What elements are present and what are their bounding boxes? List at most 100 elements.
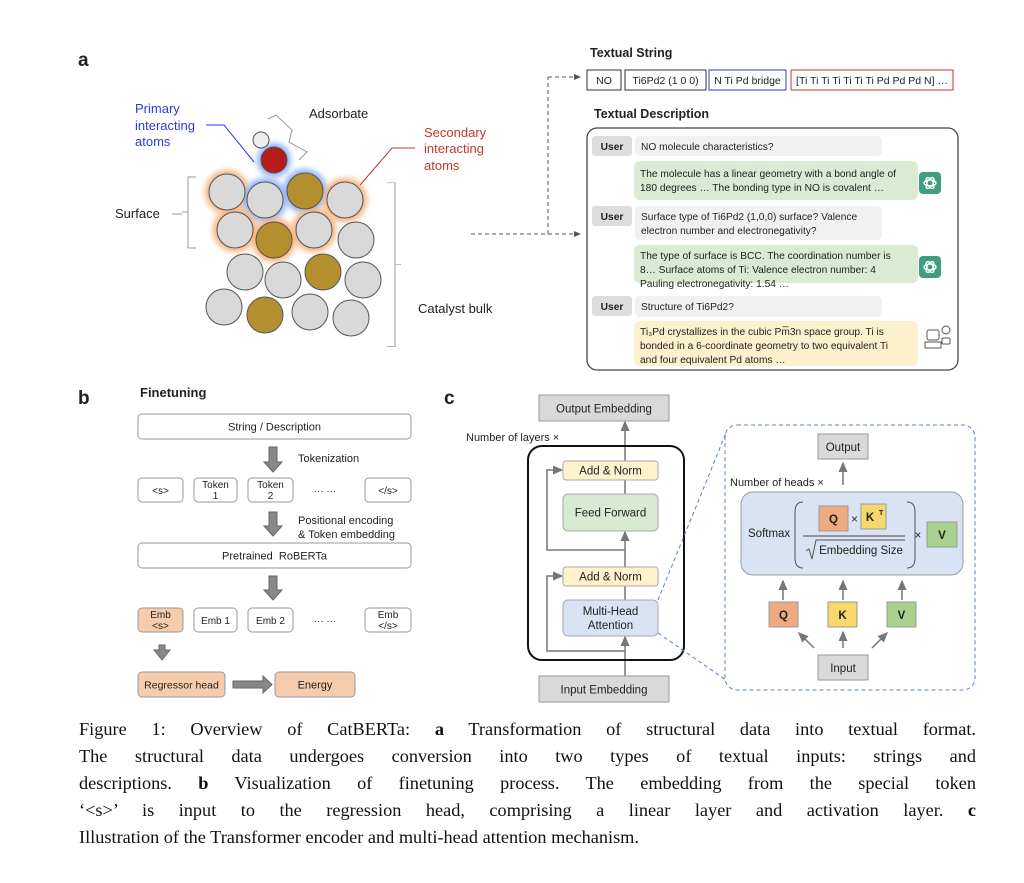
o-atom xyxy=(260,146,288,174)
panel-label-c: c xyxy=(444,388,455,409)
textual-string-tokens: NO Ti6Pd2 (1 0 0) N Ti Pd bridge [Ti Ti Ti … xyxy=(586,69,954,91)
caption-line: ‘<s>’ is input to the regression head, c… xyxy=(79,797,976,824)
kt-superscript: T xyxy=(879,510,884,517)
dashed-connector xyxy=(471,74,581,237)
secondary-label-3: atoms xyxy=(424,158,460,173)
add-norm-bottom-text: Add & Norm xyxy=(579,572,642,584)
panel-b: b Finetuning String / Description Tokeni… xyxy=(78,385,412,698)
encoding-label-2: & Token embedding xyxy=(298,529,395,541)
adsorbate-label: Adsorbate xyxy=(309,106,368,121)
string-token: [Ti Ti Ti Ti Ti Ti Ti Pd Pd Pd N] … xyxy=(796,75,948,87)
pd-atom xyxy=(255,221,293,259)
times-2: × xyxy=(915,530,922,542)
token-text: </s> xyxy=(378,486,398,497)
ti-atom xyxy=(226,253,264,291)
v-text: V xyxy=(898,610,906,622)
output-text: Output xyxy=(826,442,861,454)
num-layers-label: Number of layers × xyxy=(466,432,559,444)
caption-text: descriptions. xyxy=(79,773,199,793)
ti-atom xyxy=(205,288,243,326)
primary-label-1: Primary xyxy=(135,101,180,116)
atom-structure xyxy=(205,131,382,337)
down-arrow-icon xyxy=(262,446,284,473)
question-line: electron number and electronegativity? xyxy=(641,226,817,237)
pd-atom xyxy=(246,296,284,334)
k-text: K xyxy=(838,610,847,622)
down-arrow-icon xyxy=(262,511,284,537)
panel-c: c Output Embedding Number of layers × Ad… xyxy=(444,388,976,703)
question-line: Surface type of Ti6Pd2 (1,0,0) surface? … xyxy=(641,212,857,223)
ti-atom xyxy=(344,261,382,299)
token-text: Token xyxy=(202,480,229,491)
encoding-label-1: Positional encoding xyxy=(298,515,393,527)
v-formula-text: V xyxy=(938,530,946,542)
panel-label-b: b xyxy=(78,388,90,409)
panel-a: a Primary interacting atoms Adsorbate Se… xyxy=(78,46,959,371)
string-token: N Ti Pd bridge xyxy=(714,75,781,87)
token-row: <s>Token1Token2 ··· ··· </s> xyxy=(137,477,412,503)
ti-atom xyxy=(326,181,364,219)
caption-panel-ref: a xyxy=(434,719,444,739)
question-line: NO molecule characteristics? xyxy=(641,142,774,153)
token-text: 1 xyxy=(213,491,219,502)
right-arrow-icon xyxy=(232,674,273,695)
caption-text: Transformation of structural data into t… xyxy=(443,719,976,739)
secondary-pointer xyxy=(359,147,415,186)
bulk-label: Catalyst bulk xyxy=(418,301,493,316)
tokenization-label: Tokenization xyxy=(298,453,359,465)
token-text: ··· ··· xyxy=(314,486,337,497)
embedding-text: Emb xyxy=(378,610,399,621)
ti-atom xyxy=(208,173,246,211)
answer-line: Pauling electronegativity: 1.54 … xyxy=(640,279,789,290)
input-embedding-text: Input Embedding xyxy=(561,685,648,697)
user-tag-text: User xyxy=(601,302,624,313)
finetuning-title: Finetuning xyxy=(140,385,206,400)
encoder-lines xyxy=(546,420,630,676)
user-tag-text: User xyxy=(601,142,624,153)
token-text: Token xyxy=(257,480,284,491)
token-text: <s> xyxy=(152,486,169,497)
caption-text: Illustration of the Transformer encoder … xyxy=(79,827,639,847)
caption-line: descriptions. b Visualization of finetun… xyxy=(79,770,976,797)
embedding-text: Emb xyxy=(150,610,171,621)
token-text: 2 xyxy=(268,491,274,502)
embedding-size-text: Embedding Size xyxy=(819,545,903,557)
panel-label-a: a xyxy=(78,50,89,71)
answer-line: and four equivalent Pd atoms … xyxy=(640,355,786,366)
embedding-text: Emb 1 xyxy=(201,616,230,627)
primary-pointer xyxy=(206,124,255,163)
ti-atom xyxy=(291,293,329,331)
chatgpt-icon xyxy=(919,256,941,278)
chat-transcript: User NO molecule characteristics? The mole… xyxy=(592,136,951,366)
add-norm-top-text: Add & Norm xyxy=(579,466,642,478)
caption-line: Illustration of the Transformer encoder … xyxy=(79,824,976,851)
down-arrow-icon xyxy=(262,575,284,601)
output-embedding-text: Output Embedding xyxy=(556,404,652,416)
primary-label-3: atoms xyxy=(135,134,171,149)
caption-line: Figure 1: Overview of CatBERTa: a Transf… xyxy=(79,716,976,743)
embedding-row: Emb<s> Emb 1 Emb 2 ··· ···Emb</s> xyxy=(137,607,412,633)
softmax-text: Softmax xyxy=(748,528,790,540)
caption-panel-ref: c xyxy=(967,800,976,820)
caption-line: The structural data undergoes conversion… xyxy=(79,743,976,770)
caption-text: Figure 1: Overview of CatBERTa: xyxy=(79,719,435,739)
answer-line: The molecule has a linear geometry with … xyxy=(640,169,896,180)
surface-label: Surface xyxy=(115,206,160,221)
answer-line: 180 degrees … The bonding type in NO is … xyxy=(640,183,884,194)
chatgpt-icon xyxy=(919,172,941,194)
q-formula-text: Q xyxy=(829,514,838,526)
input-text-c: Input xyxy=(830,663,856,675)
times-1: × xyxy=(851,514,858,526)
answer-line: Ti₃Pd crystallizes in the cubic Pm̅3n sp… xyxy=(640,326,884,338)
figure-page: a Primary interacting atoms Adsorbate Se… xyxy=(0,0,1024,883)
q-text: Q xyxy=(779,610,788,622)
bulk-bracket xyxy=(387,182,401,347)
pd-atom xyxy=(286,172,324,210)
caption-text: The structural data undergoes conversion… xyxy=(79,746,976,766)
embedding-text: </s> xyxy=(378,621,398,632)
figure-1: a Primary interacting atoms Adsorbate Se… xyxy=(78,46,976,703)
string-token: Ti6Pd2 (1 0 0) xyxy=(632,75,698,87)
user-tag-text: User xyxy=(601,212,624,223)
answer-line: bonded in a 6-coordinate geometry to two… xyxy=(640,341,888,352)
ti-atom xyxy=(337,221,375,259)
